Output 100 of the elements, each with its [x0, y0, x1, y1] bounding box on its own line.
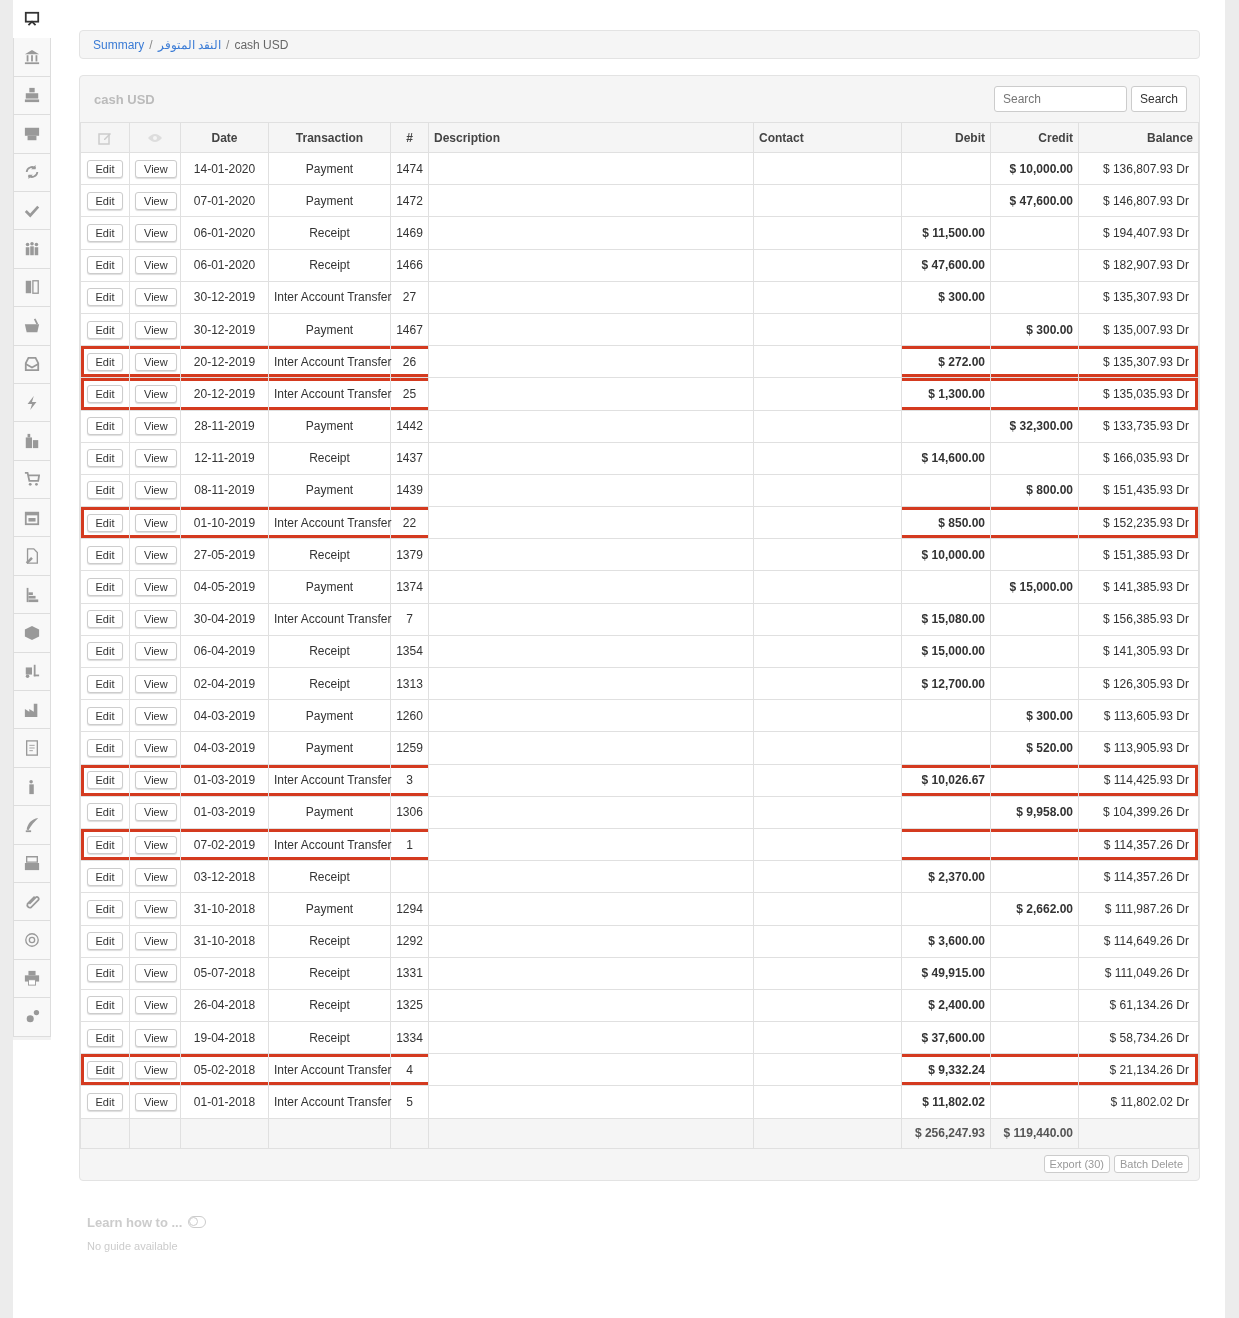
edit-button[interactable]: Edit — [86, 417, 124, 436]
view-button[interactable]: View — [135, 964, 177, 983]
edit-button[interactable]: Edit — [86, 835, 124, 854]
edit-button[interactable]: Edit — [86, 384, 124, 403]
edit-button[interactable]: Edit — [86, 191, 124, 210]
view-button[interactable]: View — [135, 642, 177, 661]
view-button[interactable]: View — [135, 1060, 177, 1079]
edit-button[interactable]: Edit — [86, 932, 124, 951]
view-button[interactable]: View — [135, 417, 177, 436]
table-cell: 1259 — [396, 740, 423, 755]
view-button[interactable]: View — [135, 545, 177, 564]
edit-button[interactable]: Edit — [86, 481, 124, 500]
printer-icon[interactable] — [24, 970, 40, 987]
breadcrumb-link[interactable]: النقد المتوفر — [157, 37, 222, 52]
view-button[interactable]: View — [135, 159, 177, 178]
cart-icon[interactable] — [24, 471, 40, 488]
view-button[interactable]: View — [135, 288, 177, 307]
view-button[interactable]: View — [135, 352, 177, 371]
view-button[interactable]: View — [135, 191, 177, 210]
bank-icon[interactable] — [24, 49, 40, 66]
search-button[interactable]: Search — [1130, 86, 1187, 112]
column-header: Description — [428, 122, 754, 153]
view-button[interactable]: View — [135, 899, 177, 918]
edit-button[interactable]: Edit — [86, 771, 124, 790]
view-button[interactable]: View — [135, 449, 177, 468]
monitor-icon[interactable] — [24, 10, 40, 27]
edit-button[interactable]: Edit — [86, 545, 124, 564]
view-button[interactable]: View — [135, 867, 177, 886]
edit-button[interactable]: Edit — [86, 738, 124, 757]
view-button[interactable]: View — [135, 996, 177, 1015]
box-icon[interactable] — [24, 624, 40, 641]
paperclip-icon[interactable] — [24, 893, 40, 910]
table-cell: 14-01-2020 — [193, 161, 256, 176]
buildings-icon[interactable] — [24, 433, 40, 449]
edit-button[interactable]: Edit — [86, 256, 124, 275]
edit-button[interactable]: Edit — [86, 706, 124, 725]
book-icon[interactable] — [24, 279, 40, 296]
view-button[interactable]: View — [135, 771, 177, 790]
people-icon[interactable] — [24, 241, 40, 258]
inbox-icon[interactable] — [24, 356, 40, 373]
view-button[interactable]: View — [135, 932, 177, 951]
edit-button[interactable]: Edit — [86, 578, 124, 597]
view-button[interactable]: View — [135, 1093, 177, 1112]
table-cell: $ 135,007.93 Dr — [1102, 322, 1189, 337]
table-cell: $ 520.00 — [1026, 740, 1073, 755]
edit-button[interactable]: Edit — [86, 513, 124, 532]
sync-icon[interactable] — [24, 164, 40, 181]
view-button[interactable]: View — [135, 1028, 177, 1047]
view-button[interactable]: View — [135, 513, 177, 532]
edit-button[interactable]: Edit — [86, 449, 124, 468]
edit-button[interactable]: Edit — [86, 352, 124, 371]
table-cell: $ 113,605.93 Dr — [1103, 708, 1189, 723]
table-cell: Payment — [305, 193, 354, 208]
edit-button[interactable]: Edit — [86, 1093, 124, 1112]
cash-register-icon[interactable] — [24, 87, 40, 104]
steps-icon[interactable] — [24, 586, 40, 603]
view-button[interactable]: View — [135, 610, 177, 629]
edit-button[interactable]: Edit — [86, 159, 124, 178]
edit-button[interactable]: Edit — [86, 674, 124, 693]
edit-button[interactable]: Edit — [86, 288, 124, 307]
edit-button[interactable]: Edit — [86, 223, 124, 242]
factory-icon[interactable] — [24, 701, 40, 718]
view-button[interactable]: View — [135, 320, 177, 339]
table-cell: 30-12-2019 — [193, 322, 256, 337]
edit-button[interactable]: Edit — [86, 610, 124, 629]
table-cell: $ 166,035.93 Dr — [1102, 451, 1189, 466]
table-cell: Inter Account Transfer — [274, 773, 392, 788]
tray-icon[interactable] — [24, 855, 40, 872]
breadcrumb-link[interactable]: Summary — [93, 37, 145, 52]
search-field[interactable]: Search — [993, 86, 1127, 112]
view-button[interactable]: View — [135, 835, 177, 854]
edit-button[interactable]: Edit — [86, 320, 124, 339]
table-cell: $ 9,332.24 — [928, 1062, 985, 1077]
view-button[interactable]: View — [135, 738, 177, 757]
document-pen-icon[interactable] — [24, 548, 40, 565]
feather-icon[interactable] — [24, 816, 40, 833]
view-button[interactable]: View — [135, 674, 177, 693]
view-button[interactable]: View — [135, 256, 177, 275]
edit-button[interactable]: Edit — [86, 899, 124, 918]
view-button[interactable]: View — [135, 223, 177, 242]
view-button[interactable]: View — [135, 578, 177, 597]
view-button[interactable]: View — [135, 481, 177, 500]
edit-button[interactable]: Edit — [86, 1060, 124, 1079]
table-cell: 1334 — [396, 1030, 423, 1045]
forklift-icon[interactable] — [24, 663, 40, 680]
view-button[interactable]: View — [135, 803, 177, 822]
view-button[interactable]: View — [135, 384, 177, 403]
edit-button[interactable]: Edit — [86, 642, 124, 661]
edit-button[interactable]: Edit — [86, 1028, 124, 1047]
document-icon[interactable] — [24, 740, 40, 757]
calendar-icon[interactable] — [24, 509, 40, 526]
table-cell: 1467 — [396, 322, 423, 337]
edit-button[interactable]: Edit — [86, 867, 124, 886]
table-cell: $ 49,915.00 — [921, 966, 985, 981]
edit-button[interactable]: Edit — [86, 803, 124, 822]
edit-button[interactable]: Edit — [86, 996, 124, 1015]
view-button[interactable]: View — [135, 706, 177, 725]
edit-button[interactable]: Edit — [86, 964, 124, 983]
table-cell: $ 141,305.93 Dr — [1102, 644, 1189, 659]
basket-icon[interactable] — [24, 317, 40, 334]
